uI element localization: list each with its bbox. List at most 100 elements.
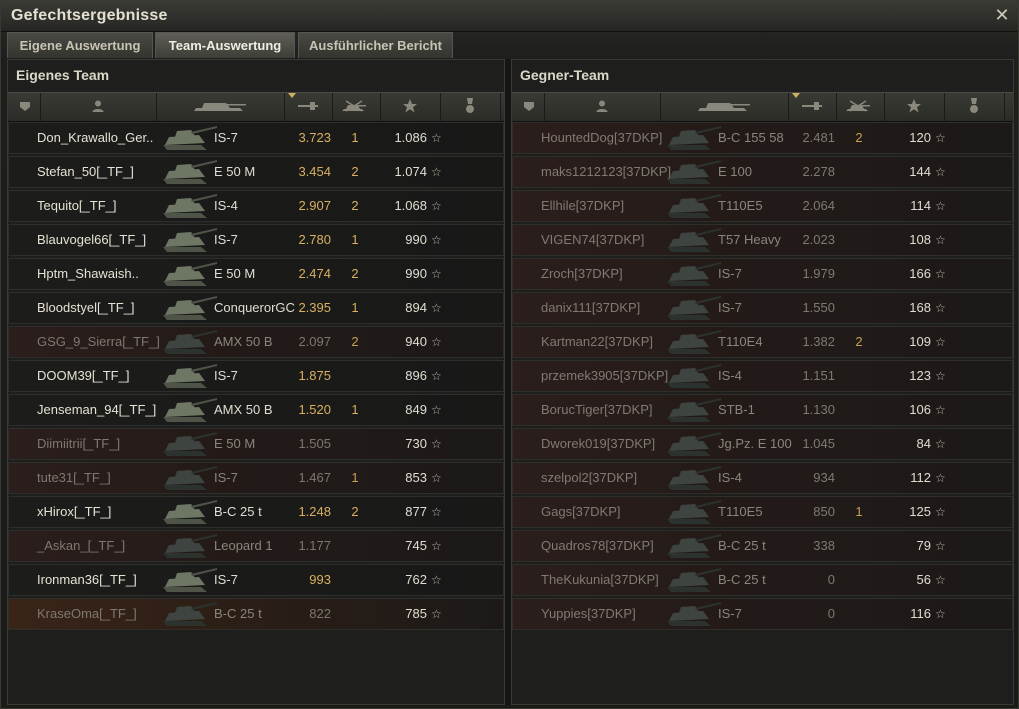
- enemy-team-header: [512, 92, 1013, 122]
- kills-value: [849, 531, 869, 561]
- tank-name: E 50 M: [214, 436, 256, 451]
- column-header-player[interactable]: [40, 93, 157, 121]
- tank-image-icon: [161, 567, 219, 593]
- player-name: HountedDog[37DKP]: [541, 130, 663, 145]
- table-row[interactable]: Ironman36[_TF_] IS-7 993 762 ☆: [8, 564, 504, 596]
- xp-value: 3.723: [298, 130, 331, 145]
- column-header-medal[interactable]: [440, 93, 501, 121]
- star-icon: ☆: [431, 233, 442, 247]
- tank-image-icon: [161, 499, 219, 525]
- column-header-squad[interactable]: [10, 93, 41, 121]
- tab-own-evaluation[interactable]: Eigene Auswertung: [7, 32, 153, 58]
- kills-value: [849, 463, 869, 493]
- table-row[interactable]: HountedDog[37DKP] B-C 155 58 2.481 2 120 ☆: [512, 122, 1013, 154]
- table-row[interactable]: Yuppies[37DKP] IS-7 0 116 ☆: [512, 598, 1013, 630]
- tank-image-icon: [161, 363, 219, 389]
- table-row[interactable]: Don_Krawallo_Ger.. IS-7 3.723 1 1.086 ☆: [8, 122, 504, 154]
- tank-name: IS-7: [214, 572, 238, 587]
- player-name: KraseOma[_TF_]: [37, 606, 137, 621]
- table-row[interactable]: maks1212123[37DKP] E 100 2.278 144 ☆: [512, 156, 1013, 188]
- column-header-tank[interactable]: [156, 93, 285, 121]
- tank-image-icon: [161, 431, 219, 457]
- table-row[interactable]: Stefan_50[_TF_] E 50 M 3.454 2 1.074 ☆: [8, 156, 504, 188]
- table-row[interactable]: tute31[_TF_] IS-7 1.467 1 853 ☆: [8, 462, 504, 494]
- table-row[interactable]: Zroch[37DKP] IS-7 1.979 166 ☆: [512, 258, 1013, 290]
- tank-name: IS-4: [718, 368, 742, 383]
- column-header-xp[interactable]: [284, 93, 333, 121]
- table-row[interactable]: Diimiitrii[_TF_] E 50 M 1.505 730 ☆: [8, 428, 504, 460]
- enemy-team-title: Gegner-Team: [520, 67, 610, 83]
- column-header-star[interactable]: [380, 93, 441, 121]
- table-row[interactable]: Ellhile[37DKP] T110E5 2.064 114 ☆: [512, 190, 1013, 222]
- star-icon: ☆: [431, 165, 442, 179]
- xp-value: 1.130: [802, 402, 835, 417]
- column-header-xp[interactable]: [788, 93, 837, 121]
- table-row[interactable]: przemek3905[37DKP] IS-4 1.151 123 ☆: [512, 360, 1013, 392]
- table-row[interactable]: VIGEN74[37DKP] T57 Heavy 2.023 108 ☆: [512, 224, 1013, 256]
- table-row[interactable]: danix111[37DKP] IS-7 1.550 168 ☆: [512, 292, 1013, 324]
- tab-team-evaluation[interactable]: Team-Auswertung: [155, 32, 295, 58]
- score-value: 1.068: [394, 198, 427, 213]
- table-row[interactable]: Quadros78[37DKP] B-C 25 t 338 79 ☆: [512, 530, 1013, 562]
- table-row[interactable]: TheKukunia[37DKP] B-C 25 t 0 56 ☆: [512, 564, 1013, 596]
- table-row[interactable]: Gags[37DKP] T110E5 850 1 125 ☆: [512, 496, 1013, 528]
- star-icon: ☆: [935, 403, 946, 417]
- column-header-star[interactable]: [884, 93, 945, 121]
- table-row[interactable]: _Askan_[_TF_] Leopard 1 1.177 745 ☆: [8, 530, 504, 562]
- column-header-squad[interactable]: [514, 93, 545, 121]
- player-name: GSG_9_Sierra[_TF_]: [37, 334, 160, 349]
- table-row[interactable]: Jenseman_94[_TF_] AMX 50 B 1.520 1 849 ☆: [8, 394, 504, 426]
- star-icon: ☆: [431, 607, 442, 621]
- column-header-medal[interactable]: [944, 93, 1005, 121]
- score-value: 125: [909, 504, 931, 519]
- column-header-tank[interactable]: [660, 93, 789, 121]
- player-name: Gags[37DKP]: [541, 504, 621, 519]
- xp-value: 3.454: [298, 164, 331, 179]
- star-icon: ☆: [935, 335, 946, 349]
- tab-detailed-report[interactable]: Ausführlicher Bericht: [298, 32, 453, 58]
- kills-value: [849, 225, 869, 255]
- star-icon: ☆: [431, 369, 442, 383]
- score-value: 896: [405, 368, 427, 383]
- table-row[interactable]: Blauvogel66[_TF_] IS-7 2.780 1 990 ☆: [8, 224, 504, 256]
- star-icon: ☆: [935, 199, 946, 213]
- score-value: 1.074: [394, 164, 427, 179]
- score-value: 123: [909, 368, 931, 383]
- column-header-kills[interactable]: [332, 93, 381, 121]
- score-value: 144: [909, 164, 931, 179]
- player-name: szelpol2[37DKP]: [541, 470, 638, 485]
- table-row[interactable]: Bloodstyel[_TF_] ConquerorGC 2.395 1 894 ☆: [8, 292, 504, 324]
- player-name: Zroch[37DKP]: [541, 266, 623, 281]
- table-row[interactable]: DOOM39[_TF_] IS-7 1.875 896 ☆: [8, 360, 504, 392]
- table-row[interactable]: Tequito[_TF_] IS-4 2.907 2 1.068 ☆: [8, 190, 504, 222]
- table-row[interactable]: BorucTiger[37DKP] STB-1 1.130 106 ☆: [512, 394, 1013, 426]
- score-value: 853: [405, 470, 427, 485]
- score-value: 849: [405, 402, 427, 417]
- tank-name: IS-4: [214, 198, 238, 213]
- column-header-kills[interactable]: [836, 93, 885, 121]
- tank-name: B-C 25 t: [718, 572, 766, 587]
- player-name: Diimiitrii[_TF_]: [37, 436, 121, 451]
- score-value: 108: [909, 232, 931, 247]
- table-row[interactable]: szelpol2[37DKP] IS-4 934 112 ☆: [512, 462, 1013, 494]
- star-icon: ☆: [431, 471, 442, 485]
- tank-image-icon: [161, 329, 219, 355]
- table-row[interactable]: GSG_9_Sierra[_TF_] AMX 50 B 2.097 2 940 ☆: [8, 326, 504, 358]
- star-icon: ☆: [935, 573, 946, 587]
- star-icon: ☆: [935, 267, 946, 281]
- tank-image-icon: [665, 499, 723, 525]
- tank-name: Jg.Pz. E 100: [718, 436, 792, 451]
- table-row[interactable]: Hptm_Shawaish.. E 50 M 2.474 2 990 ☆: [8, 258, 504, 290]
- player-name: przemek3905[37DKP]: [541, 368, 669, 383]
- star-icon: ☆: [431, 403, 442, 417]
- table-row[interactable]: KraseOma[_TF_] B-C 25 t 822 785 ☆: [8, 598, 504, 630]
- column-header-player[interactable]: [544, 93, 661, 121]
- player-name: Tequito[_TF_]: [37, 198, 117, 213]
- table-row[interactable]: Dworek019[37DKP] Jg.Pz. E 100 1.045 84 ☆: [512, 428, 1013, 460]
- table-row[interactable]: Kartman22[37DKP] T110E4 1.382 2 109 ☆: [512, 326, 1013, 358]
- tank-name: T110E4: [718, 334, 763, 349]
- table-row[interactable]: xHirox[_TF_] B-C 25 t 1.248 2 877 ☆: [8, 496, 504, 528]
- star-icon: ☆: [431, 301, 442, 315]
- close-icon[interactable]: ✕: [992, 5, 1012, 25]
- kills-value: [849, 293, 869, 323]
